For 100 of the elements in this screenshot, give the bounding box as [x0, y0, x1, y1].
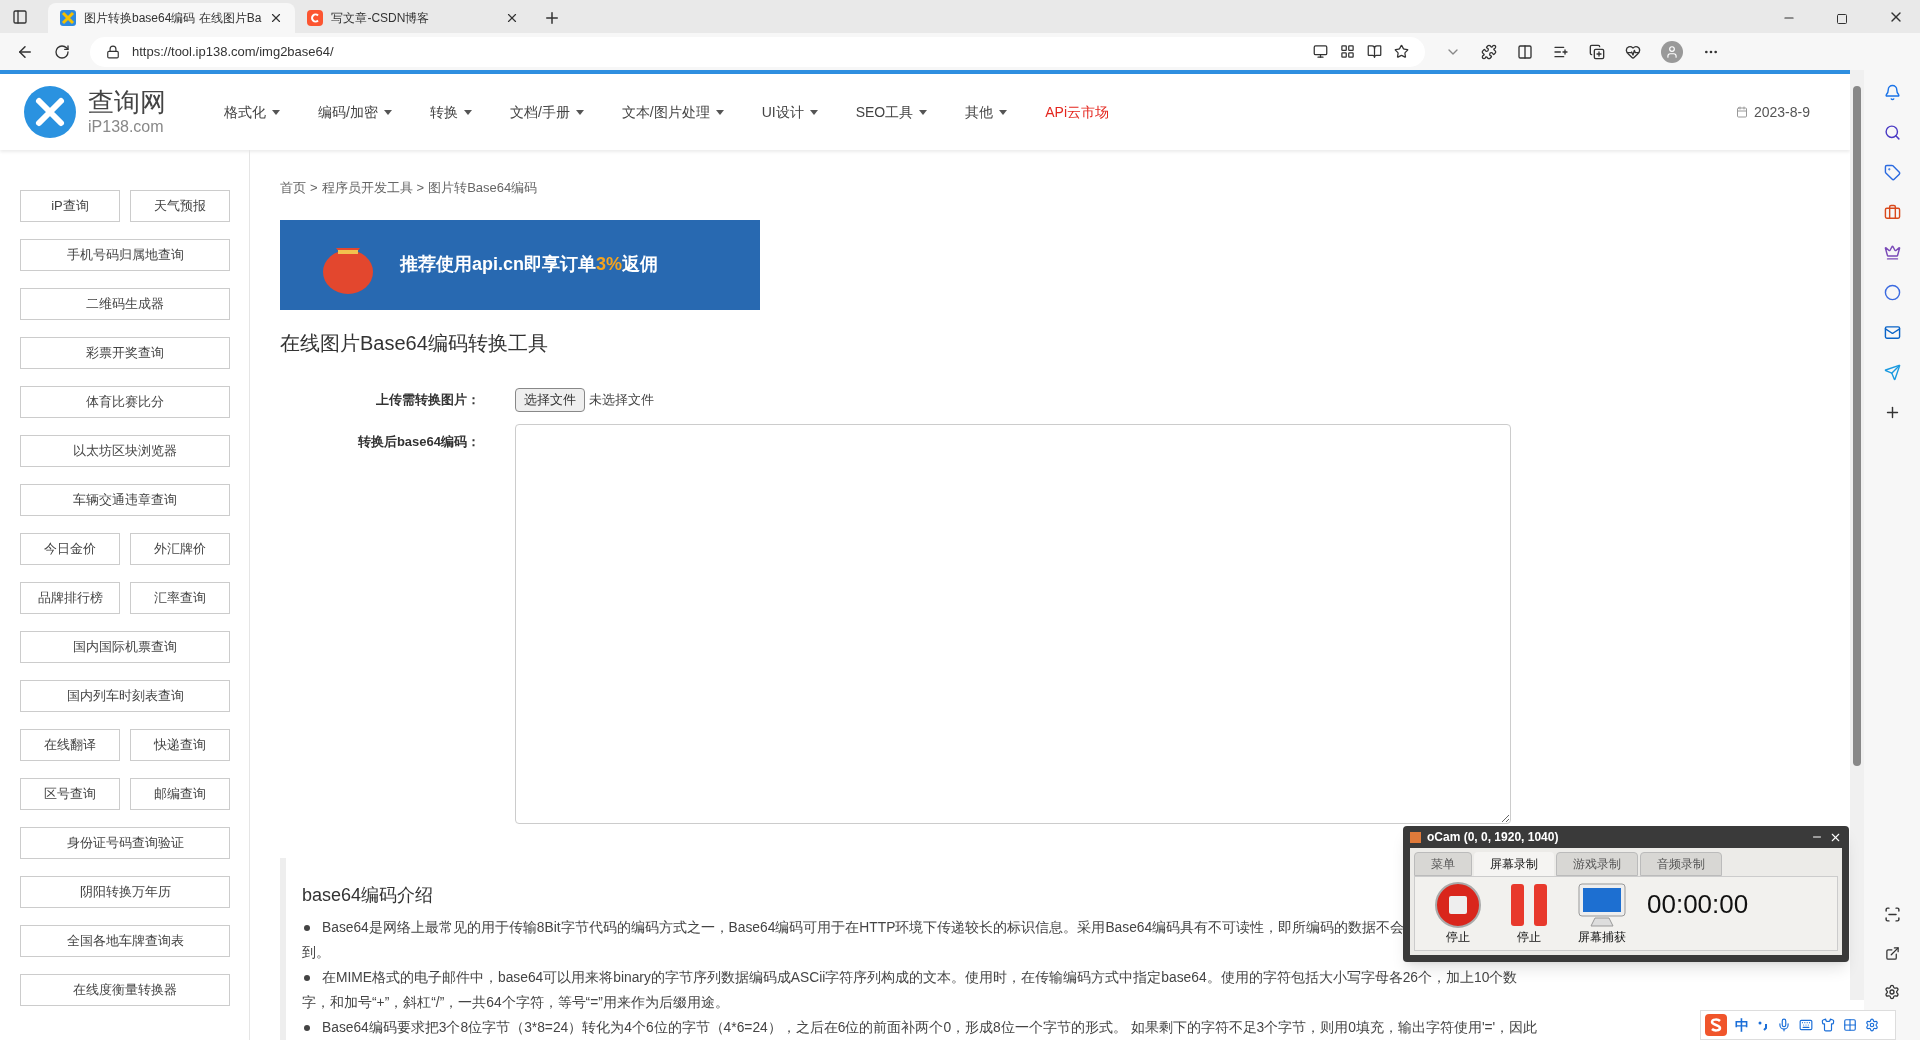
sidebar-link-button[interactable]: 快递查询	[130, 729, 230, 761]
address-field[interactable]: https://tool.ip138.com/img2base64/	[90, 36, 1425, 67]
sidebar-link-button[interactable]: 在线翻译	[20, 729, 120, 761]
sidebar-link-button[interactable]: 区号查询	[20, 778, 120, 810]
star-icon[interactable]	[1394, 44, 1409, 59]
restore-icon[interactable]	[1836, 13, 1848, 25]
caret-icon	[999, 109, 1008, 115]
intro-heading: base64编码介绍	[302, 883, 434, 907]
record-control-button[interactable]: 停止	[1501, 881, 1557, 946]
logo-subtitle: iP138.com	[88, 119, 165, 135]
sidebar-link-button[interactable]: 车辆交通违章查询	[20, 484, 230, 516]
calendar-icon	[1735, 106, 1748, 118]
sidebar-link-button[interactable]: 手机号码归属地查询	[20, 239, 230, 271]
settings-icon[interactable]	[1884, 984, 1900, 1000]
external-link-icon[interactable]	[1884, 946, 1900, 961]
record-control-button[interactable]: 停止	[1427, 881, 1489, 946]
collections-icon[interactable]	[1589, 43, 1605, 60]
sidebar-link-button[interactable]: 彩票开奖查询	[20, 337, 230, 369]
sidebar-link-button[interactable]: 国内国际机票查询	[20, 631, 230, 663]
sidebar-link-button[interactable]: 以太坊区块浏览器	[20, 435, 230, 467]
stop-icon	[1435, 881, 1481, 928]
chess-piece-icon[interactable]	[1883, 244, 1901, 261]
nav-menu[interactable]: UI设计	[761, 101, 818, 123]
base64-output-field[interactable]	[515, 423, 1511, 824]
sidebar-link-button[interactable]: 阴阳转换万年历	[20, 876, 230, 908]
device-icon[interactable]	[1313, 44, 1328, 59]
punctuation-icon[interactable]	[1757, 1019, 1769, 1031]
ocam-tab[interactable]: 菜单	[1414, 852, 1472, 876]
nav-menu[interactable]: SEO工具	[855, 101, 928, 123]
ime-s-icon	[1705, 1014, 1727, 1036]
upload-label: 上传需转换图片：	[375, 390, 481, 409]
bell-icon[interactable]	[1883, 84, 1901, 101]
sidebar-link-button[interactable]: 全国各地车牌查询表	[20, 925, 230, 957]
ocam-title: oCam (0, 0, 1920, 1040)	[1427, 829, 1560, 846]
banner-text: 推荐使用api.cn即享订单3%返佣	[400, 253, 659, 276]
read-aloud-icon[interactable]	[1367, 44, 1382, 59]
nav-menu[interactable]: 转换	[429, 101, 472, 123]
nav-menu[interactable]: 文本/图片处理	[621, 101, 724, 123]
output-label: 转换后base64编码：	[356, 432, 481, 451]
page-title: 在线图片Base64编码转换工具	[280, 330, 549, 356]
intro-text-line: 字，和加号“+”，斜杠“/”，一共64个字符，等号“=”用来作为后缀用途。	[302, 993, 730, 1012]
puzzle-icon[interactable]	[1481, 43, 1497, 60]
tab-title: 写文章-CSDN博客	[331, 10, 431, 27]
breadcrumb-link[interactable]: 程序员开发工具	[321, 178, 413, 198]
sidebar-link-button[interactable]: 国内列车时刻表查询	[20, 680, 230, 712]
breadcrumb-link[interactable]: 图片转Base64编码	[428, 178, 538, 198]
sidebar-link-button[interactable]: 外汇牌价	[130, 533, 230, 565]
promo-banner[interactable]: 推荐使用api.cn即享订单3%返佣	[280, 219, 760, 310]
breadcrumb-link[interactable]: 首页	[280, 178, 306, 198]
split-screen-icon[interactable]	[1517, 43, 1533, 60]
sidebar-link-button[interactable]: 邮编查询	[130, 778, 230, 810]
paper-plane-icon[interactable]	[1883, 364, 1901, 381]
no-file-text: 未选择文件	[589, 390, 654, 409]
sidebar-link-button[interactable]: 身份证号码查询验证	[20, 827, 230, 859]
choose-file-button[interactable]: 选择文件	[515, 387, 585, 412]
keyboard-icon[interactable]	[1799, 1018, 1813, 1032]
intro-text-line: 在MIME格式的电子邮件中，base64可以用来将binary的字节序列数据编码成ASCii字符序列构成的文本。使用时，在传输编码方式中指定base64。使用的字符包括大小写字母各26个，加上10个数	[322, 968, 1518, 987]
shirt-icon[interactable]	[1821, 1018, 1835, 1032]
browser-tab[interactable]: 写文章-CSDN博客	[295, 3, 532, 33]
nav-menu[interactable]: 其他	[965, 101, 1008, 123]
caret-icon	[575, 109, 584, 115]
ime-mode[interactable]: 中	[1735, 1014, 1749, 1036]
nav-link[interactable]: APi云市场	[1045, 101, 1110, 123]
sidebar-link-button[interactable]: 汇率查询	[130, 582, 230, 614]
ocam-tab[interactable]: 屏幕录制	[1474, 852, 1554, 876]
sidebar-link-button[interactable]: 体育比赛比分	[20, 386, 230, 418]
letter-c-icon	[307, 10, 324, 26]
profile-avatar[interactable]	[1661, 40, 1683, 63]
sidebar-link-button[interactable]: 二维码生成器	[20, 288, 230, 320]
pause-icon	[1509, 881, 1549, 928]
reload-icon[interactable]	[54, 43, 70, 60]
tag-icon[interactable]	[1883, 164, 1901, 181]
microphone-icon[interactable]	[1777, 1018, 1791, 1032]
logo-title: 查询网	[88, 89, 166, 115]
heart-pulse-icon[interactable]	[1625, 43, 1641, 60]
mail-icon[interactable]	[1883, 324, 1901, 341]
sidebar-link-button[interactable]: 在线度衡量转换器	[20, 974, 230, 1006]
grid-icon[interactable]	[1340, 44, 1355, 59]
caret-icon	[463, 109, 472, 115]
nav-menu[interactable]: 编码/加密	[318, 101, 392, 123]
caret-icon	[715, 109, 724, 115]
search-icon[interactable]	[1883, 124, 1901, 141]
record-timer: 00:00:00	[1647, 888, 1749, 921]
nav-menu[interactable]: 文档/手册	[509, 101, 584, 123]
tab-title: 图片转换base64编码 在线图片Ba	[84, 10, 262, 27]
date-text: 2023-8-9	[1753, 102, 1810, 122]
sidebar-link-button[interactable]: 今日金价	[20, 533, 120, 565]
sidebar-link-button[interactable]: iP查询	[20, 190, 120, 222]
intro-text-line: Base64编码要求把3个8位字节（3*8=24）转化为4个6位的字节（4*6=24），之后在6位的前面补两个0，形成8位一个字节的形式。 如果剩下的字符不足3个字节，则用0填充，输出字符使用'='，因此	[322, 1018, 1538, 1037]
sidebar-toggle-icon[interactable]	[12, 9, 28, 25]
briefcase-icon[interactable]	[1883, 204, 1901, 221]
record-control-button[interactable]: 屏幕捕获	[1569, 881, 1635, 946]
sidebar-link-button[interactable]: 天气预报	[130, 190, 230, 222]
sidebar-link-button[interactable]: 品牌排行榜	[20, 582, 120, 614]
circle-icon[interactable]	[1883, 284, 1901, 301]
browser-tab[interactable]: 图片转换base64编码 在线图片Ba	[48, 3, 296, 33]
ocam-tab[interactable]: 游戏录制	[1556, 852, 1638, 876]
ocam-tab[interactable]: 音频录制	[1640, 852, 1722, 876]
screenshot-icon[interactable]	[1883, 906, 1901, 923]
nav-menu[interactable]: 格式化	[224, 101, 280, 123]
